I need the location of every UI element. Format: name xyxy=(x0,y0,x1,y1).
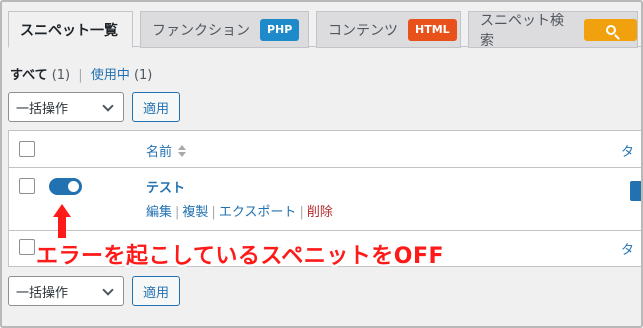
bulk-actions-top: 一括操作 適用 xyxy=(8,92,181,122)
filter-all[interactable]: すべて xyxy=(10,68,48,83)
column-name-label: 名前 xyxy=(146,145,173,160)
row-actions: 編集 | 複製 | エクスポート | 削除 xyxy=(146,205,333,220)
column-tag-footer[interactable]: タ xyxy=(621,239,634,258)
bulk-action-select-bottom[interactable]: 一括操作 xyxy=(8,276,124,306)
bulk-action-select-bottom-value: 一括操作 xyxy=(16,285,69,301)
tab-functions[interactable]: ファンクション PHP xyxy=(140,11,309,48)
chevron-down-icon xyxy=(102,100,114,112)
chevron-down-icon xyxy=(102,284,114,296)
html-badge: HTML xyxy=(408,18,457,41)
tab-bar: スニペット一覧 ファンクション PHP コンテンツ HTML スニペット検索 xyxy=(8,11,641,49)
snippet-title-link[interactable]: テスト xyxy=(146,177,185,196)
tab-content-label: コンテンツ xyxy=(328,22,398,39)
select-all-checkbox-bottom[interactable] xyxy=(19,239,35,255)
table-row: テスト 編集 | 複製 | エクスポート | 削除 xyxy=(9,168,641,231)
column-name-header[interactable]: 名前 xyxy=(146,141,187,160)
column-tag-header[interactable]: タ xyxy=(621,141,634,160)
apply-button-top[interactable]: 適用 xyxy=(132,92,181,122)
apply-button-bottom[interactable]: 適用 xyxy=(132,276,181,306)
delete-link[interactable]: 削除 xyxy=(307,205,333,220)
tab-functions-label: ファンクション xyxy=(152,22,250,39)
search-badge xyxy=(584,18,637,41)
select-all-checkbox[interactable] xyxy=(19,141,35,157)
toggle-knob xyxy=(68,181,79,192)
bulk-actions-bottom: 一括操作 適用 xyxy=(8,276,181,306)
copy-link[interactable]: 複製 xyxy=(182,205,208,220)
export-link[interactable]: エクスポート xyxy=(219,205,297,220)
filter-all-count: (1) xyxy=(51,68,71,83)
search-icon xyxy=(605,24,616,35)
annotation-text: エラーを起こしているスペニットをOFF xyxy=(36,244,445,269)
filter-active[interactable]: 使用中 xyxy=(91,68,130,83)
annotation-arrow-icon xyxy=(53,204,71,240)
tab-snippet-list-label: スニペット一覧 xyxy=(20,22,118,39)
tag-chip[interactable] xyxy=(630,181,641,201)
active-toggle[interactable] xyxy=(49,178,82,195)
sort-icon xyxy=(178,144,187,157)
tab-snippet-search[interactable]: スニペット検索 xyxy=(468,11,638,49)
screenshot-frame: スニペット一覧 ファンクション PHP コンテンツ HTML スニペット検索 す… xyxy=(0,0,643,328)
row-checkbox[interactable] xyxy=(19,178,35,194)
edit-link[interactable]: 編集 xyxy=(146,205,172,220)
tab-content[interactable]: コンテンツ HTML xyxy=(316,11,461,48)
bulk-action-select-top[interactable]: 一括操作 xyxy=(8,92,124,122)
status-filter-links: すべて (1) | 使用中 (1) xyxy=(10,64,152,83)
table-header: 名前 タ xyxy=(9,131,641,168)
tab-snippet-search-label: スニペット検索 xyxy=(480,12,564,49)
php-badge: PHP xyxy=(260,18,300,41)
bulk-action-select-top-value: 一括操作 xyxy=(16,101,69,117)
filter-separator: | xyxy=(78,68,83,83)
filter-active-count: (1) xyxy=(133,68,153,83)
tab-snippet-list[interactable]: スニペット一覧 xyxy=(8,11,133,48)
